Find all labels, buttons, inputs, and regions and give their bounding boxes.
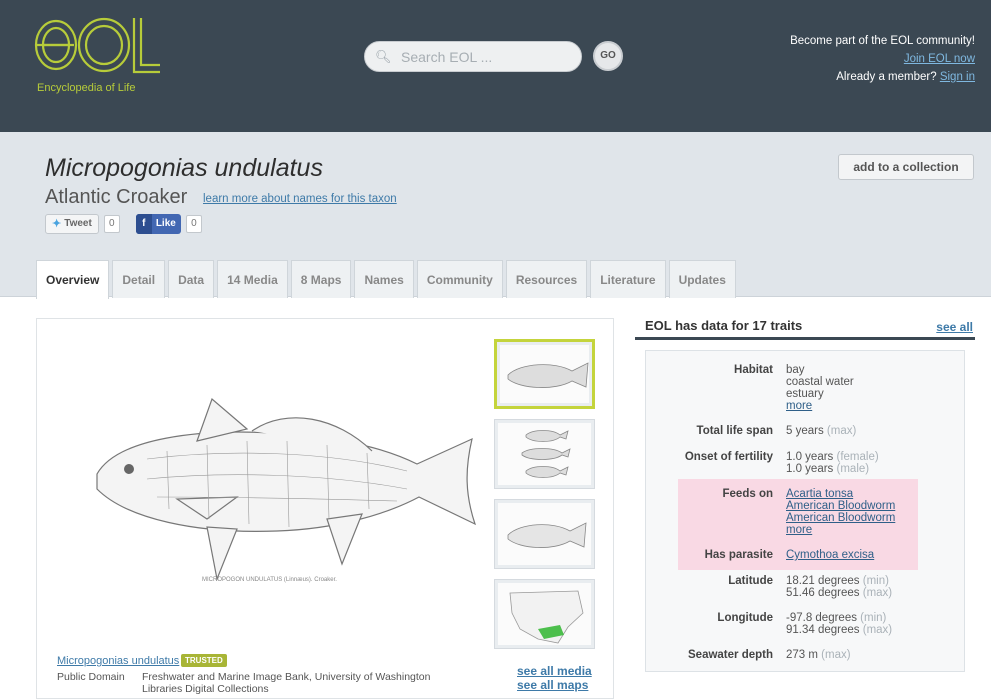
tab-literature[interactable]: Literature [590, 260, 666, 298]
taxon-tabs: Overview Detail Data 14 Media 8 Maps Nam… [36, 260, 736, 299]
media-thumbnail[interactable] [494, 339, 595, 409]
trait-value: 91.34 degrees [786, 624, 860, 636]
search-input[interactable] [401, 46, 571, 68]
trait-qualifier: (min) [862, 575, 889, 587]
tab-names[interactable]: Names [354, 260, 414, 298]
tab-community[interactable]: Community [416, 260, 503, 298]
see-all-maps-link[interactable]: see all maps [517, 678, 592, 692]
attribution-text: Freshwater and Marine Image Bank, Univer… [142, 671, 431, 695]
trait-value: 5 years [786, 425, 824, 437]
trusted-badge: TRUSTED [181, 654, 227, 667]
prey-link[interactable]: Acartia tonsa [786, 488, 895, 500]
names-info-link[interactable]: learn more about names for this taxon [203, 193, 397, 205]
site-header: Encyclopedia of Life 🔍︎ GO Become part o… [0, 0, 991, 132]
habitat-more-link[interactable]: more [786, 400, 854, 412]
thumbnail-fish-icon [507, 362, 589, 388]
tweet-button[interactable]: ✦ Tweet [45, 214, 99, 234]
distribution-map-icon [509, 590, 584, 644]
eol-logo[interactable]: Encyclopedia of Life [34, 14, 164, 94]
media-thumbnail[interactable] [494, 419, 595, 489]
trait-label: Latitude [728, 575, 773, 587]
facebook-like-button[interactable]: f Like [135, 214, 181, 234]
search-go-button[interactable]: GO [593, 41, 623, 71]
trait-value: -97.8 degrees [786, 612, 857, 624]
trait-label: Seawater depth [688, 649, 773, 661]
trait-qualifier: (max) [821, 649, 851, 661]
trait-value: 18.21 degrees [786, 575, 860, 587]
trait-value: coastal water [786, 376, 854, 388]
trait-qualifier: (max) [826, 425, 857, 437]
community-links: Become part of the EOL community! Join E… [790, 32, 975, 86]
traits-header: EOL has data for 17 traits see all [635, 314, 975, 340]
media-caption-link[interactable]: Micropogonias undulatus [57, 655, 179, 667]
trait-qualifier: (male) [836, 463, 870, 475]
trait-value: bay [786, 364, 805, 376]
trait-label: Onset of fertility [684, 451, 773, 463]
parasite-link[interactable]: Cymothoa excisa [786, 549, 874, 561]
map-thumbnail[interactable] [494, 579, 595, 649]
tab-overview[interactable]: Overview [36, 260, 110, 299]
license-label: Public Domain [57, 671, 125, 683]
figure-caption: MICROPOGON UNDULATUS (Linnæus). Croaker. [202, 577, 337, 583]
trait-label: Has parasite [704, 549, 773, 561]
common-name: Atlantic Croaker [45, 186, 188, 208]
tab-resources[interactable]: Resources [505, 260, 588, 298]
search-box[interactable]: 🔍︎ [364, 41, 582, 72]
scientific-name: Micropogonias undulatus [45, 154, 323, 182]
see-all-links: see all media see all maps [517, 664, 592, 692]
trait-value: estuary [786, 388, 824, 400]
trait-qualifier: (max) [862, 624, 893, 636]
tweet-label: Tweet [64, 218, 92, 229]
share-bar: ✦ Tweet 0 f Like 0 [45, 214, 202, 234]
tab-media[interactable]: 14 Media [217, 260, 288, 298]
tab-maps[interactable]: 8 Maps [290, 260, 352, 298]
see-all-media-link[interactable]: see all media [517, 664, 592, 678]
prey-link[interactable]: American Bloodworm [786, 512, 895, 524]
tab-data[interactable]: Data [168, 260, 215, 298]
like-label: Like [155, 218, 176, 229]
thumbnail-fish-drawings-icon [521, 430, 571, 478]
join-link[interactable]: Join EOL now [904, 53, 975, 65]
tab-updates[interactable]: Updates [668, 260, 736, 298]
trait-value: 51.46 degrees [786, 587, 860, 599]
fish-illustration[interactable] [87, 379, 487, 599]
trait-label: Feeds on [722, 488, 773, 500]
media-panel: MICROPOGON UNDULATUS (Linnæus). Croaker.… [36, 318, 614, 699]
trait-value: 273 m [786, 649, 818, 661]
logo-subtitle: Encyclopedia of Life [37, 82, 136, 94]
traits-title: EOL has data for 17 traits [645, 318, 803, 333]
trait-value: 1.0 years [786, 463, 834, 475]
eol-logo-icon [34, 17, 160, 74]
trait-qualifier: (max) [862, 587, 893, 599]
community-invite: Become part of the EOL community! [790, 35, 975, 47]
search-icon: 🔍︎ [375, 49, 392, 64]
signin-link[interactable]: Sign in [940, 71, 975, 83]
like-count: 0 [185, 215, 202, 233]
trait-label: Habitat [734, 364, 773, 376]
media-thumbnail[interactable] [494, 499, 595, 569]
trait-qualifier: (min) [860, 612, 887, 624]
trait-value: 1.0 years [786, 451, 834, 463]
member-prompt: Already a member? [836, 71, 937, 83]
trait-qualifier: (female) [836, 451, 879, 463]
trait-label: Longitude [717, 612, 773, 624]
prey-link[interactable]: American Bloodworm [786, 500, 895, 512]
add-to-collection-button[interactable]: add to a collection [838, 154, 974, 180]
twitter-bird-icon: ✦ [52, 218, 62, 230]
tweet-count: 0 [103, 215, 120, 233]
see-all-traits-link[interactable]: see all [936, 320, 973, 334]
trait-label: Total life span [696, 425, 773, 437]
tab-detail[interactable]: Detail [112, 260, 166, 298]
thumbnail-fish-icon [507, 522, 587, 548]
facebook-icon: f [135, 214, 152, 234]
feeds-more-link[interactable]: more [786, 524, 895, 536]
